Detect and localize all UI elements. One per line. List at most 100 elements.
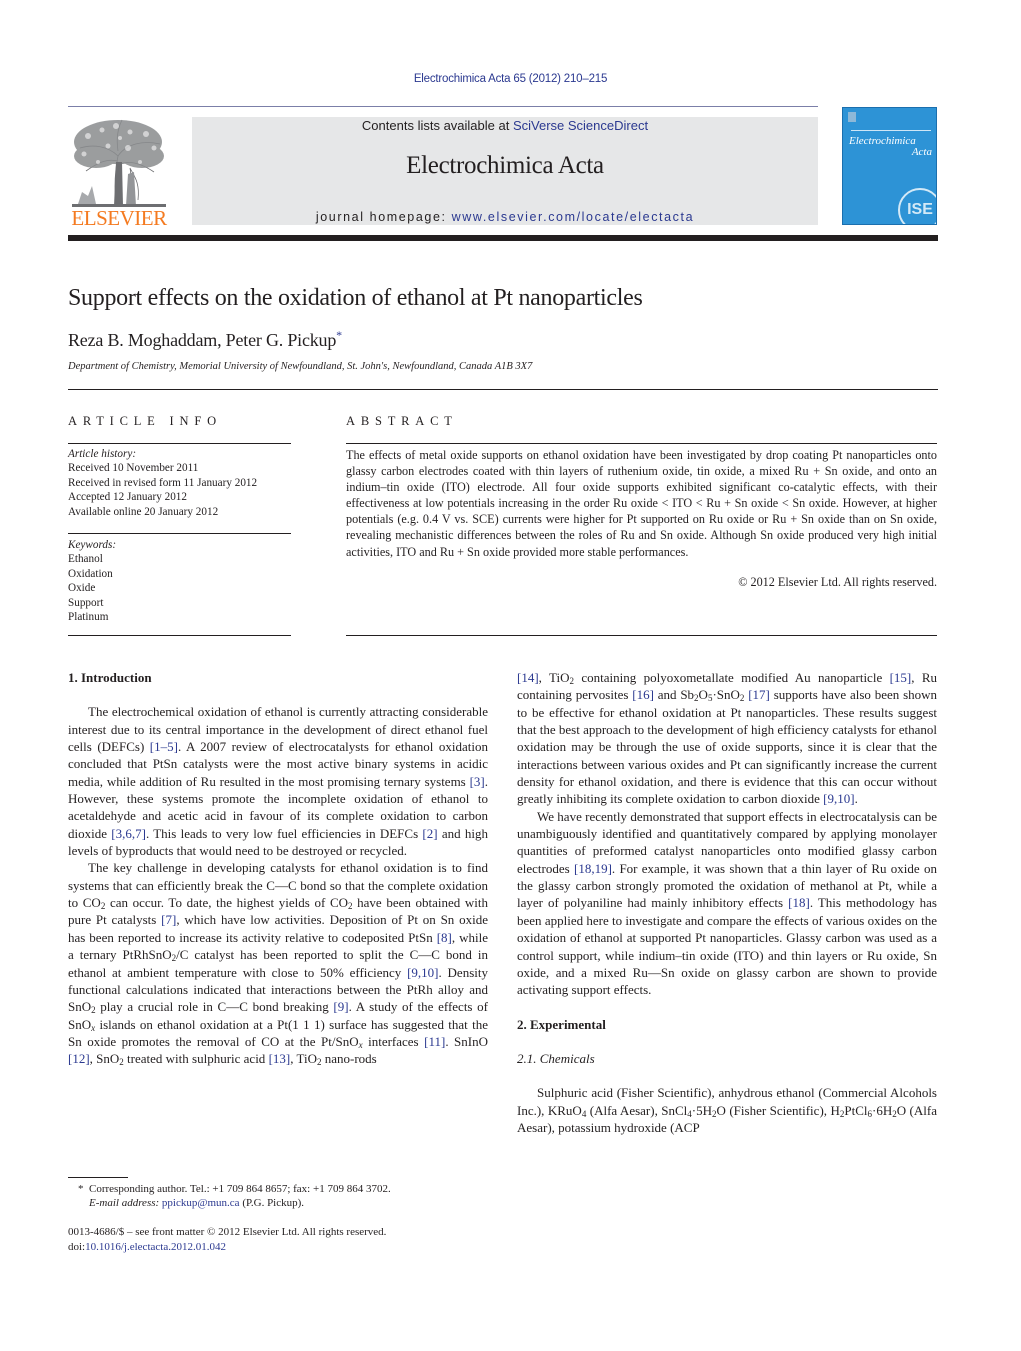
issn-line: 0013-4686/$ – see front matter © 2012 El… [68, 1226, 387, 1238]
text-run: O (Fisher Scientific), H [716, 1102, 840, 1118]
text-run: ·6H [871, 1102, 893, 1118]
abstract-copyright: © 2012 Elsevier Ltd. All rights reserved… [738, 575, 937, 589]
citation-link[interactable]: Electrochimica Acta 65 (2012) 210–215 [414, 73, 608, 85]
text-run: can occur. To date, the highest yields o… [105, 895, 349, 911]
section-heading-experimental: 2. Experimental [517, 1016, 606, 1032]
article-info-heading: ARTICLE INFO [68, 414, 222, 428]
paragraph: The electrochemical oxidation of ethanol… [68, 703, 488, 859]
cover-divider [851, 130, 931, 131]
homepage-link[interactable]: www.elsevier.com/locate/electacta [452, 210, 694, 224]
history-label: Article history: [68, 448, 137, 460]
citation-ref[interactable]: [9,10] [823, 791, 854, 806]
paragraph-continued: [14], TiO2 containing polyoxometallate m… [517, 669, 937, 808]
subsection-heading-chemicals: 2.1. Chemicals [517, 1050, 595, 1066]
sciencedirect-link[interactable]: SciVerse ScienceDirect [513, 118, 648, 133]
affiliation: Department of Chemistry, Memorial Univer… [68, 361, 533, 372]
citation-ref[interactable]: [17] [748, 687, 770, 702]
text-run: play a crucial role in C—C bond breaking [95, 999, 334, 1015]
article-history: Article history: Received 10 November 20… [68, 447, 308, 519]
elsevier-wordmark: ELSEVIER [71, 206, 167, 230]
citation-ref[interactable]: [18] [788, 895, 810, 910]
citation-ref[interactable]: [18,19] [574, 861, 612, 876]
text-run: interfaces [362, 1033, 425, 1049]
text-run: ·SnO [712, 687, 740, 703]
text-run: containing polyoxometallate modified Au … [574, 670, 890, 685]
author-list: Reza B. Moghaddam, Peter G. Pickup* [68, 328, 342, 351]
text-run: . This leads to very low fuel efficienci… [145, 825, 423, 841]
text-run: . This methodology has been applied here… [517, 895, 937, 998]
citation-ref[interactable]: [15] [890, 670, 912, 685]
header-thick-rule [68, 235, 938, 241]
citation-ref[interactable]: [12] [68, 1051, 90, 1066]
citation-ref[interactable]: [7] [161, 912, 176, 927]
cover-publisher-icon [848, 112, 856, 122]
doi-link[interactable]: 10.1016/j.electacta.2012.01.042 [85, 1241, 226, 1253]
cover-title: Electrochimica Acta [849, 136, 932, 158]
body-column-left: 1. Introduction The electrochemical oxid… [68, 669, 488, 1068]
elsevier-logo[interactable]: ELSEVIER [68, 116, 170, 230]
body-column-right: [14], TiO2 containing polyoxometallate m… [517, 669, 937, 1136]
corresponding-author-mark[interactable]: * [336, 328, 342, 342]
history-accepted: Accepted 12 January 2012 [68, 491, 187, 504]
homepage-prefix: journal homepage: [315, 210, 452, 224]
contents-prefix: Contents lists available at [361, 118, 513, 133]
keyword-item: Support [68, 596, 104, 609]
cover-title-line2: Acta [911, 146, 932, 158]
text-run: ·5H [691, 1102, 713, 1118]
journal-cover-thumbnail[interactable]: Electrochimica Acta ISE [842, 107, 937, 225]
header-rule [68, 106, 818, 107]
text-run: and Sb [653, 687, 695, 703]
citation-ref[interactable]: [2] [422, 826, 437, 841]
article-info-rule [68, 635, 291, 636]
citation-ref[interactable]: [1–5] [150, 739, 178, 754]
article-info-rule [68, 533, 291, 534]
text-run: treated with sulphuric acid [123, 1051, 269, 1067]
text-run: (Alfa Aesar), SnCl [586, 1102, 688, 1118]
email-label: E-mail address: [89, 1197, 162, 1209]
keyword-item: Platinum [68, 611, 109, 624]
paragraph: We have recently demonstrated that suppo… [517, 808, 937, 999]
paragraph: Sulphuric acid (Fisher Scientific), anhy… [517, 1084, 937, 1136]
citation-ref[interactable]: [9] [333, 999, 348, 1014]
article-info-rule [68, 443, 291, 444]
citation-ref[interactable]: [16] [632, 687, 654, 702]
abstract-heading: ABSTRACT [346, 414, 458, 428]
text-run: O [698, 687, 708, 703]
history-received: Received 10 November 2011 [68, 462, 199, 475]
keywords: Keywords: Ethanol Oxidation Oxide Suppor… [68, 538, 308, 624]
article-title: Support effects on the oxidation of etha… [68, 285, 643, 311]
email-suffix: (P.G. Pickup). [239, 1197, 305, 1209]
journal-homepage: journal homepage: www.elsevier.com/locat… [192, 210, 818, 224]
text-run: supports have also been shown to be effe… [517, 687, 938, 807]
citation-ref[interactable]: [3] [470, 774, 485, 789]
section-heading-introduction: 1. Introduction [68, 670, 152, 685]
publication-footnote: 0013-4686/$ – see front matter © 2012 El… [68, 1225, 386, 1255]
abstract-rule [346, 635, 937, 636]
journal-name: Electrochimica Acta [406, 152, 604, 179]
paragraph: The key challenge in developing catalyst… [68, 859, 488, 1067]
history-online: Available online 20 January 2012 [68, 505, 219, 518]
affiliation-rule [68, 389, 938, 390]
abstract-text: The effects of metal oxide supports on e… [346, 448, 937, 559]
keyword-item: Ethanol [68, 553, 103, 566]
citation-ref[interactable]: [9,10] [407, 965, 438, 980]
authors-text: Reza B. Moghaddam, Peter G. Pickup [68, 330, 337, 350]
ise-badge-icon: ISE [898, 188, 936, 224]
keywords-label: Keywords: [68, 539, 117, 551]
citation-ref[interactable]: [8] [437, 930, 452, 945]
citation-ref[interactable]: [13] [269, 1051, 291, 1066]
footnote-mark: * [78, 1183, 84, 1195]
journal-citation[interactable]: Electrochimica Acta 65 (2012) 210–215 [0, 73, 1021, 85]
text-run: . SnInO [445, 1033, 488, 1049]
text-run: nano-rods [321, 1051, 377, 1067]
citation-ref[interactable]: [3,6,7] [111, 826, 146, 841]
footnote-rule [68, 1177, 128, 1178]
citation-ref[interactable]: [11] [424, 1034, 445, 1049]
citation-ref[interactable]: [14] [517, 670, 539, 685]
text-run: , SnO [89, 1051, 120, 1067]
elsevier-tree-icon [72, 119, 166, 207]
history-revised: Received in revised form 11 January 2012 [68, 476, 258, 489]
text-run: , TiO [290, 1051, 317, 1067]
email-link[interactable]: ppickup@mun.ca [162, 1197, 240, 1209]
keyword-item: Oxide [68, 582, 96, 595]
